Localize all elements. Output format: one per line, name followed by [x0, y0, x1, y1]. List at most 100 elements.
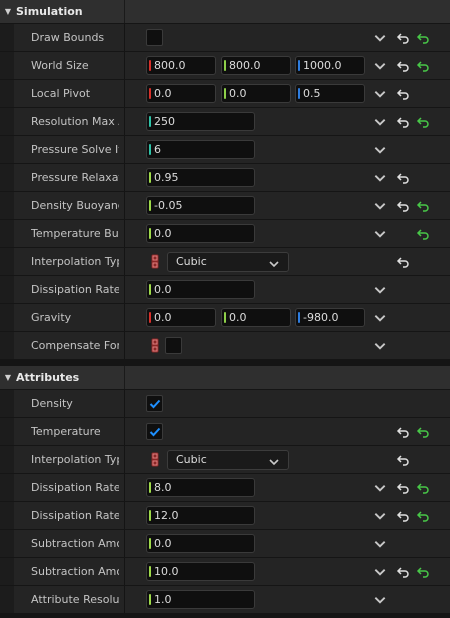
column-divider[interactable] [124, 0, 125, 23]
row-indent [0, 108, 14, 135]
chevron-down-icon[interactable] [373, 59, 387, 73]
world-size-z-input[interactable]: 1000.0 [295, 56, 365, 75]
float-marker [149, 200, 151, 211]
local-pivot-y-input[interactable]: 0.0 [221, 84, 291, 103]
chevron-down-icon[interactable] [373, 509, 387, 523]
reset-arrow-icon[interactable] [396, 199, 410, 213]
column-divider[interactable] [124, 530, 125, 557]
revert-arrow-icon[interactable] [416, 425, 430, 439]
column-divider[interactable] [124, 248, 125, 275]
property-label: Gravity [31, 311, 72, 324]
chevron-down-icon[interactable] [373, 87, 387, 101]
reset-arrow-icon[interactable] [396, 31, 410, 45]
column-divider[interactable] [124, 390, 125, 417]
temperature-buoyancy-input[interactable]: 0.0 [146, 224, 255, 243]
column-divider[interactable] [124, 276, 125, 303]
expand-arrow-icon[interactable]: ▼ [0, 7, 16, 16]
expand-arrow-icon[interactable]: ▼ [0, 373, 16, 382]
column-divider[interactable] [124, 164, 125, 191]
field-value: 6 [154, 143, 161, 156]
column-divider[interactable] [124, 24, 125, 51]
world-size-y-input[interactable]: 800.0 [221, 56, 291, 75]
chevron-down-icon[interactable] [373, 31, 387, 45]
gravity-x-input[interactable]: 0.0 [146, 308, 216, 327]
chevron-down-icon[interactable] [373, 339, 387, 353]
resolution-max-input[interactable]: 250 [146, 112, 255, 131]
reset-arrow-icon[interactable] [396, 87, 410, 101]
dissipation-rate-d-input[interactable]: 8.0 [146, 478, 255, 497]
revert-arrow-icon[interactable] [416, 31, 430, 45]
revert-arrow-icon[interactable] [416, 115, 430, 129]
column-divider[interactable] [124, 304, 125, 331]
temperature-checkbox[interactable] [146, 423, 163, 440]
column-divider[interactable] [124, 502, 125, 529]
draw-bounds-checkbox[interactable] [146, 29, 163, 46]
column-divider[interactable] [124, 418, 125, 445]
column-divider[interactable] [124, 220, 125, 247]
density-buoyancy-input[interactable]: -0.05 [146, 196, 255, 215]
reset-arrow-icon[interactable] [396, 481, 410, 495]
revert-arrow-icon[interactable] [416, 227, 430, 241]
chevron-down-icon[interactable] [373, 565, 387, 579]
column-divider[interactable] [124, 474, 125, 501]
reset-arrow-icon[interactable] [396, 115, 410, 129]
reset-arrow-icon[interactable] [396, 565, 410, 579]
attribute-resolution-input[interactable]: 1.0 [146, 590, 255, 609]
property-label: Density [31, 397, 73, 410]
interpolation-type-dropdown[interactable]: Cubic [167, 252, 289, 272]
gravity-z-input[interactable]: -980.0 [295, 308, 365, 327]
chevron-down-icon[interactable] [373, 593, 387, 607]
chevron-down-icon[interactable] [373, 115, 387, 129]
chevron-down-icon[interactable] [373, 481, 387, 495]
dropdown-value: Cubic [176, 255, 207, 268]
column-divider[interactable] [124, 586, 125, 613]
dissipation-rate-t-input[interactable]: 12.0 [146, 506, 255, 525]
reset-arrow-icon[interactable] [396, 171, 410, 185]
section-header-attributes[interactable]: ▼ Attributes [0, 366, 450, 389]
dissipation-rate-input[interactable]: 0.0 [146, 280, 255, 299]
local-pivot-z-input[interactable]: 0.5 [295, 84, 365, 103]
column-divider[interactable] [124, 52, 125, 79]
reset-arrow-icon[interactable] [396, 453, 410, 467]
column-divider[interactable] [124, 108, 125, 135]
revert-arrow-icon[interactable] [416, 199, 430, 213]
chevron-down-icon[interactable] [373, 143, 387, 157]
attr-interpolation-type-dropdown[interactable]: Cubic [167, 450, 289, 470]
column-divider[interactable] [124, 192, 125, 219]
field-value: -980.0 [303, 311, 339, 324]
local-pivot-x-input[interactable]: 0.0 [146, 84, 216, 103]
column-divider[interactable] [124, 80, 125, 107]
chevron-down-icon[interactable] [373, 227, 387, 241]
compensate-checkbox[interactable] [165, 337, 182, 354]
reset-arrow-icon[interactable] [396, 509, 410, 523]
reset-arrow-icon[interactable] [396, 255, 410, 269]
revert-arrow-icon[interactable] [416, 481, 430, 495]
chevron-down-icon[interactable] [373, 199, 387, 213]
column-divider[interactable] [124, 366, 125, 389]
property-label: Interpolation Type [31, 255, 119, 268]
chevron-down-icon[interactable] [373, 171, 387, 185]
chevron-down-icon[interactable] [373, 537, 387, 551]
revert-arrow-icon[interactable] [416, 59, 430, 73]
field-value: 1.0 [154, 593, 172, 606]
chevron-down-icon[interactable] [373, 311, 387, 325]
density-checkbox[interactable] [146, 395, 163, 412]
property-label: Resolution Max A [31, 115, 119, 128]
pressure-solve-input[interactable]: 6 [146, 140, 255, 159]
column-divider[interactable] [124, 558, 125, 585]
column-divider[interactable] [124, 446, 125, 473]
world-size-x-input[interactable]: 800.0 [146, 56, 216, 75]
reset-arrow-icon[interactable] [396, 425, 410, 439]
section-header-simulation[interactable]: ▼ Simulation [0, 0, 450, 23]
subtraction-amount-1-input[interactable]: 0.0 [146, 534, 255, 553]
revert-arrow-icon[interactable] [416, 509, 430, 523]
revert-arrow-icon[interactable] [416, 565, 430, 579]
column-divider[interactable] [124, 136, 125, 163]
gravity-y-input[interactable]: 0.0 [221, 308, 291, 327]
column-divider[interactable] [124, 332, 125, 359]
pressure-relaxation-input[interactable]: 0.95 [146, 168, 255, 187]
subtraction-amount-2-input[interactable]: 10.0 [146, 562, 255, 581]
reset-arrow-icon[interactable] [396, 59, 410, 73]
float-marker [149, 228, 151, 239]
chevron-down-icon[interactable] [373, 283, 387, 297]
